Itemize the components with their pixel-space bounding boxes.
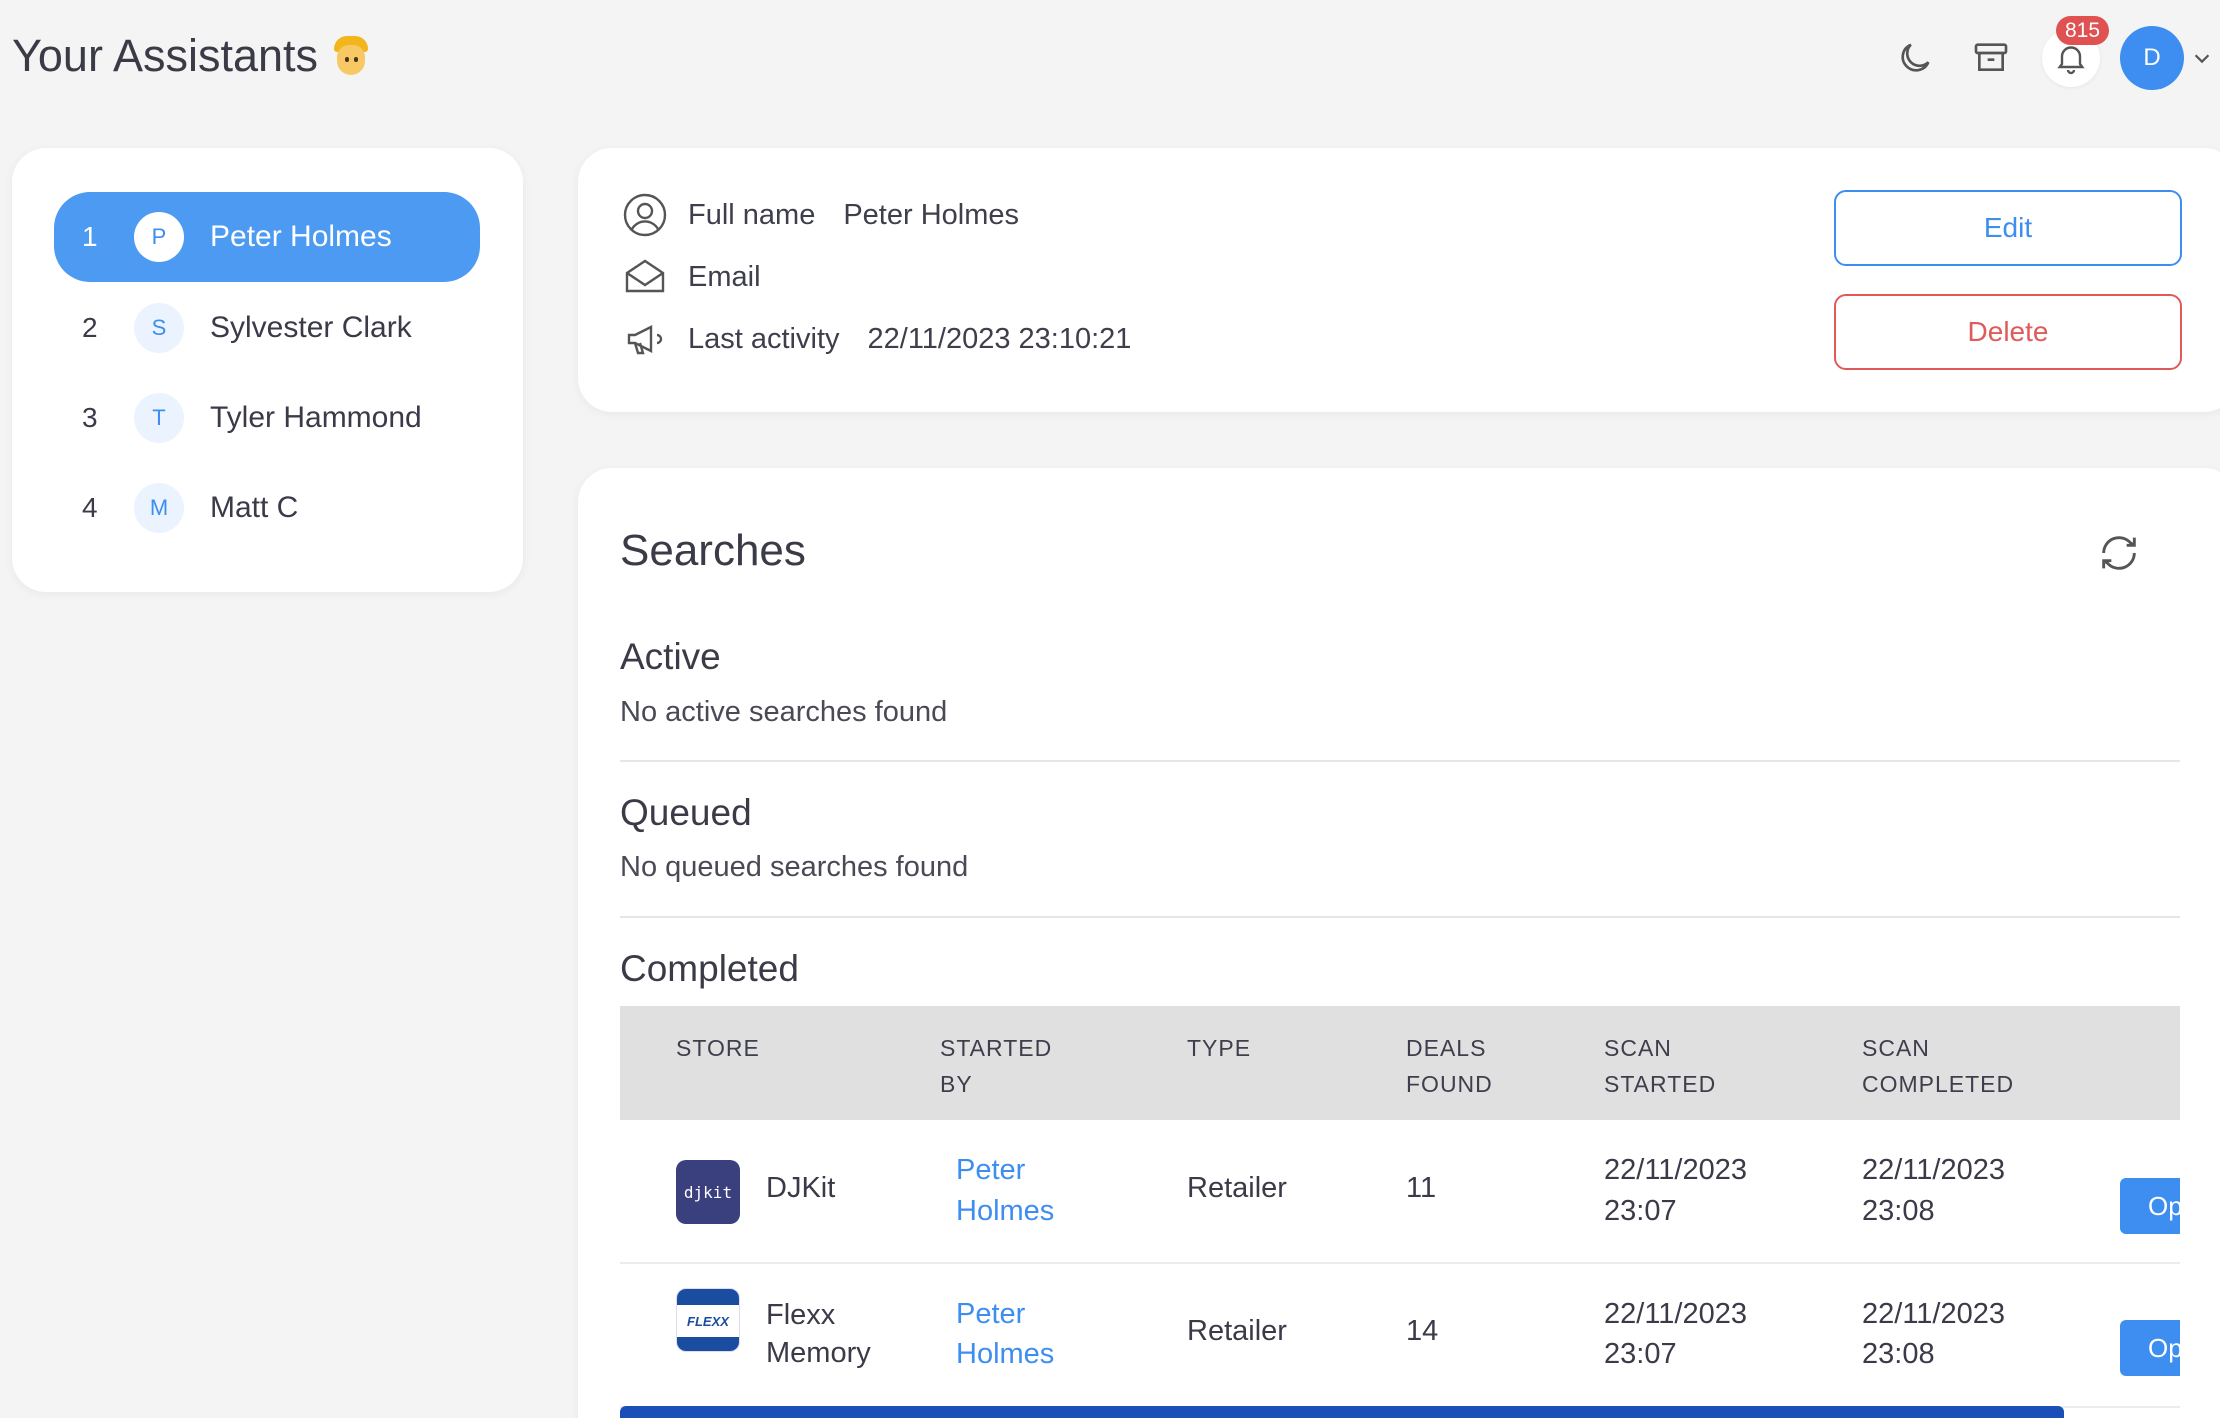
column-header-scan-started: SCAN STARTED: [1604, 1035, 1717, 1097]
full-name-value: Peter Holmes: [843, 198, 1019, 231]
page-title-text: Your Assistants: [12, 30, 319, 81]
assistant-item[interactable]: 1 P Peter Holmes: [54, 192, 480, 282]
assistant-item[interactable]: 2 S Sylvester Clark: [54, 283, 480, 373]
assistant-initial: P: [134, 212, 184, 262]
last-activity-row: Last activity 22/11/2023 23:10:21: [620, 314, 1131, 364]
active-section-title: Active: [620, 636, 721, 677]
assistant-profile-card: Full name Peter Holmes Email Last activi…: [578, 148, 2220, 412]
store-name: DJKit: [766, 1172, 836, 1204]
column-header-started-by: STARTED BY: [940, 1035, 1053, 1097]
open-button[interactable]: Open: [2120, 1320, 2180, 1376]
started-by-link[interactable]: Peter Holmes: [956, 1294, 1054, 1374]
open-button[interactable]: Open: [2120, 1178, 2180, 1234]
full-name-label: Full name: [688, 198, 816, 231]
archive-icon[interactable]: [1966, 33, 2016, 83]
deals-found: 11: [1406, 1172, 1437, 1204]
assistant-name: Sylvester Clark: [210, 311, 412, 344]
divider: [620, 760, 2180, 762]
column-header-type: TYPE: [1187, 1035, 1252, 1061]
email-row: Email: [620, 252, 789, 302]
table-row: FLEXX Flexx Memory Peter Holmes Retailer 1…: [620, 1264, 2180, 1408]
bottom-action-bar[interactable]: [620, 1406, 2064, 1418]
chevron-down-icon[interactable]: [2184, 28, 2220, 88]
notification-badge: 815: [2056, 16, 2110, 45]
user-avatar[interactable]: D: [2120, 26, 2184, 90]
bell-icon: [2057, 46, 2085, 75]
scan-completed: 22/11/2023 23:08: [1862, 1298, 2005, 1370]
searches-card: Searches Active No active searches found…: [578, 468, 2220, 1418]
person-emoji-icon: [332, 36, 370, 76]
deals-found: 14: [1406, 1315, 1439, 1347]
megaphone-icon: [620, 314, 670, 364]
search-type: Retailer: [1187, 1172, 1287, 1204]
notifications-button[interactable]: 815: [2042, 16, 2110, 87]
assistant-name: Matt C: [210, 491, 299, 524]
search-type: Retailer: [1187, 1315, 1287, 1347]
header-toolbar: 815 D: [1890, 16, 2220, 94]
divider: [620, 916, 2180, 918]
column-header-scan-completed: SCAN COMPLETED: [1862, 1035, 2015, 1097]
assistant-name: Peter Holmes: [210, 220, 392, 253]
assistant-initial: M: [134, 483, 184, 533]
assistant-item[interactable]: 3 T Tyler Hammond: [54, 373, 480, 463]
table-header: STORE STARTED BY TYPE DEALS FOUND SCAN STAR…: [620, 1006, 2180, 1120]
moon-icon[interactable]: [1890, 33, 1940, 83]
table-row: djkit DJKit Peter Holmes Retailer 11 22/1…: [620, 1120, 2180, 1264]
completed-searches-table: STORE STARTED BY TYPE DEALS FOUND SCAN STAR…: [620, 1006, 2180, 1408]
queued-section-title: Queued: [620, 792, 752, 833]
scan-started: 22/11/2023 23:07: [1604, 1154, 1747, 1227]
started-by-link[interactable]: Peter Holmes: [956, 1150, 1054, 1232]
refresh-icon[interactable]: [2096, 530, 2142, 576]
scan-completed: 22/11/2023 23:08: [1862, 1154, 2005, 1227]
assistant-number: 3: [82, 402, 98, 433]
last-activity-value: 22/11/2023 23:10:21: [867, 322, 1132, 355]
flexx-memory-logo: FLEXX: [676, 1288, 740, 1352]
edit-button[interactable]: Edit: [1834, 190, 2182, 266]
last-activity-label: Last activity: [688, 322, 840, 355]
searches-title: Searches: [620, 526, 806, 575]
column-header-deals-found: DEALS FOUND: [1406, 1035, 1493, 1097]
page-title: Your Assistants: [12, 30, 370, 82]
completed-section-title: Completed: [620, 948, 799, 989]
assistant-initial: T: [134, 393, 184, 443]
full-name-row: Full name Peter Holmes: [620, 190, 1019, 240]
assistant-number: 1: [82, 221, 98, 252]
user-circle-icon: [620, 190, 670, 240]
store-name: Flexx Memory: [766, 1299, 871, 1369]
email-label: Email: [688, 260, 761, 293]
queued-empty-message: No queued searches found: [620, 851, 969, 883]
assistant-item[interactable]: 4 M Matt C: [54, 463, 480, 553]
scan-started: 22/11/2023 23:07: [1604, 1298, 1747, 1370]
assistant-number: 4: [82, 492, 98, 523]
delete-button[interactable]: Delete: [1834, 294, 2182, 370]
active-empty-message: No active searches found: [620, 696, 948, 728]
column-header-store: STORE: [676, 1035, 760, 1061]
envelope-icon: [620, 252, 670, 302]
assistant-number: 2: [82, 312, 98, 343]
assistant-name: Tyler Hammond: [210, 401, 422, 434]
djkit-logo: djkit: [676, 1160, 740, 1224]
assistants-sidebar: 1 P Peter Holmes 2 S Sylvester Clark 3 T…: [12, 148, 523, 592]
assistant-initial: S: [134, 303, 184, 353]
